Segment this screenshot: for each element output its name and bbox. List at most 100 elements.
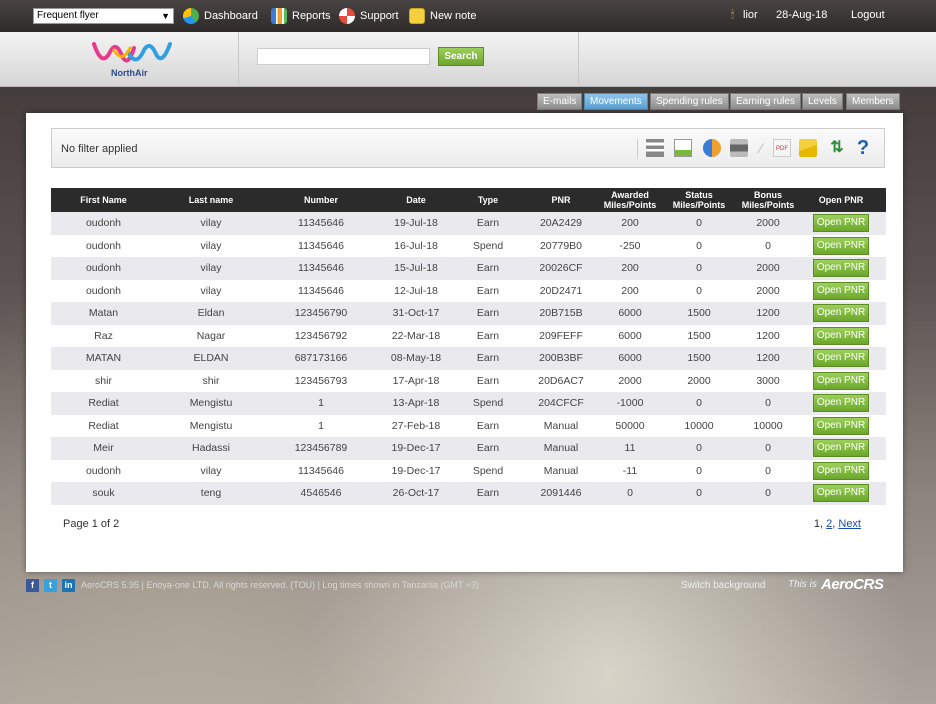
help-icon[interactable]: ? (854, 138, 872, 158)
cell-status: 0 (658, 392, 740, 415)
open-pnr-button[interactable]: Open PNR (813, 214, 869, 233)
cell-last-name: Hadassi (156, 437, 266, 460)
cell-status: 0 (658, 212, 740, 235)
col-date[interactable]: Date (376, 188, 456, 212)
col-pnr[interactable]: PNR (520, 188, 602, 212)
cell-bonus: 1200 (740, 324, 796, 347)
cell-last-name: ELDAN (156, 347, 266, 370)
search-input[interactable] (257, 48, 430, 65)
top-bar: Frequent flyer ▼ Dashboard Reports Suppo… (0, 0, 936, 32)
col-number[interactable]: Number (266, 188, 376, 212)
cell-pnr: Manual (520, 414, 602, 437)
cell-open-pnr: Open PNR (796, 302, 886, 325)
open-pnr-button[interactable]: Open PNR (813, 371, 869, 390)
open-pnr-button[interactable]: Open PNR (813, 484, 869, 503)
open-pnr-button[interactable]: Open PNR (813, 394, 869, 413)
tab-members[interactable]: Members (846, 93, 900, 110)
cell-pnr: 20D6AC7 (520, 369, 602, 392)
users-icon[interactable] (703, 139, 721, 157)
pen-icon[interactable]: ⁄ (752, 139, 770, 157)
tab-spending-rules[interactable]: Spending rules (650, 93, 729, 110)
cell-status: 0 (658, 459, 740, 482)
open-pnr-button[interactable]: Open PNR (813, 439, 869, 458)
twitter-icon[interactable]: t (44, 579, 57, 592)
nav-support[interactable]: Support (339, 7, 399, 25)
print-icon[interactable] (730, 139, 748, 157)
nav-reports[interactable]: Reports (271, 7, 331, 25)
col-bonus[interactable]: Bonus Miles/Points (740, 188, 796, 212)
cell-number: 11345646 (266, 459, 376, 482)
cell-date: 16-Jul-18 (376, 234, 456, 257)
cell-bonus: 0 (740, 437, 796, 460)
email-icon[interactable] (799, 139, 817, 157)
cell-last-name: vilay (156, 234, 266, 257)
cell-pnr: 204CFCF (520, 392, 602, 415)
cell-pnr: 2091446 (520, 482, 602, 505)
cell-bonus: 0 (740, 459, 796, 482)
col-status[interactable]: Status Miles/Points (658, 188, 740, 212)
cell-open-pnr: Open PNR (796, 414, 886, 437)
nav-dashboard[interactable]: Dashboard (183, 7, 258, 25)
open-pnr-button[interactable]: Open PNR (813, 349, 869, 368)
pdf-icon[interactable]: PDF (773, 139, 791, 157)
refresh-icon[interactable]: ⇅ (828, 139, 846, 157)
col-first-name[interactable]: First Name (51, 188, 156, 212)
cell-first-name: MATAN (51, 347, 156, 370)
open-pnr-button[interactable]: Open PNR (813, 259, 869, 278)
cell-date: 22-Mar-18 (376, 324, 456, 347)
nav-dashboard-label: Dashboard (204, 10, 258, 22)
cell-number: 11345646 (266, 257, 376, 280)
cell-type: Earn (456, 437, 520, 460)
table-row: Rediat Mengistu 1 13-Apr-18 Spend 204CFCF -100… (51, 392, 886, 415)
pie-chart-icon (183, 8, 199, 24)
pagination: 1, 2, Next (814, 518, 861, 530)
cell-awarded: 200 (602, 212, 658, 235)
cell-date: 19-Dec-17 (376, 437, 456, 460)
tab-levels[interactable]: Levels (802, 93, 843, 110)
nav-new-note[interactable]: New note (409, 7, 476, 25)
toolbar-divider (637, 139, 638, 159)
cell-bonus: 2000 (740, 257, 796, 280)
northair-logo-icon (92, 42, 172, 63)
cell-status: 10000 (658, 414, 740, 437)
cell-type: Earn (456, 369, 520, 392)
tab-emails[interactable]: E-mails (537, 93, 583, 110)
open-pnr-button[interactable]: Open PNR (813, 416, 869, 435)
switch-background-link[interactable]: Switch background (681, 580, 766, 591)
col-last-name[interactable]: Last name (156, 188, 266, 212)
search-button[interactable]: Search (438, 47, 484, 66)
open-pnr-button[interactable]: Open PNR (813, 304, 869, 323)
filter-icon[interactable] (646, 139, 664, 157)
cell-bonus: 10000 (740, 414, 796, 437)
cell-open-pnr: Open PNR (796, 257, 886, 280)
user-name[interactable]: lior (743, 9, 758, 21)
col-awarded[interactable]: Awarded Miles/Points (602, 188, 658, 212)
footer: f t in AeroCRS 5.95 | Enoya-one LTD. All… (26, 576, 903, 594)
facebook-icon[interactable]: f (26, 579, 39, 592)
logout-link[interactable]: Logout (851, 9, 885, 21)
cell-status: 1500 (658, 347, 740, 370)
cell-pnr: 20D2471 (520, 279, 602, 302)
next-page-link[interactable]: Next (838, 518, 861, 530)
open-pnr-button[interactable]: Open PNR (813, 236, 869, 255)
cell-last-name: teng (156, 482, 266, 505)
tab-earning-rules[interactable]: Earning rules (730, 93, 801, 110)
cell-last-name: Eldan (156, 302, 266, 325)
logo-text: NorthAir (111, 68, 148, 78)
cell-date: 27-Feb-18 (376, 414, 456, 437)
cell-awarded: 200 (602, 257, 658, 280)
open-pnr-button[interactable]: Open PNR (813, 281, 869, 300)
col-type[interactable]: Type (456, 188, 520, 212)
tab-movements[interactable]: Movements (584, 93, 648, 110)
mode-select[interactable]: Frequent flyer ▼ (33, 8, 174, 24)
open-pnr-button[interactable]: Open PNR (813, 326, 869, 345)
cell-first-name: oudonh (51, 257, 156, 280)
cell-date: 13-Apr-18 (376, 392, 456, 415)
open-pnr-button[interactable]: Open PNR (813, 461, 869, 480)
cell-open-pnr: Open PNR (796, 459, 886, 482)
table-row: oudonh vilay 11345646 19-Jul-18 Earn 20A2429 2… (51, 212, 886, 235)
cell-status: 0 (658, 257, 740, 280)
linkedin-icon[interactable]: in (62, 579, 75, 592)
cell-date: 17-Apr-18 (376, 369, 456, 392)
export-icon[interactable] (674, 139, 692, 157)
